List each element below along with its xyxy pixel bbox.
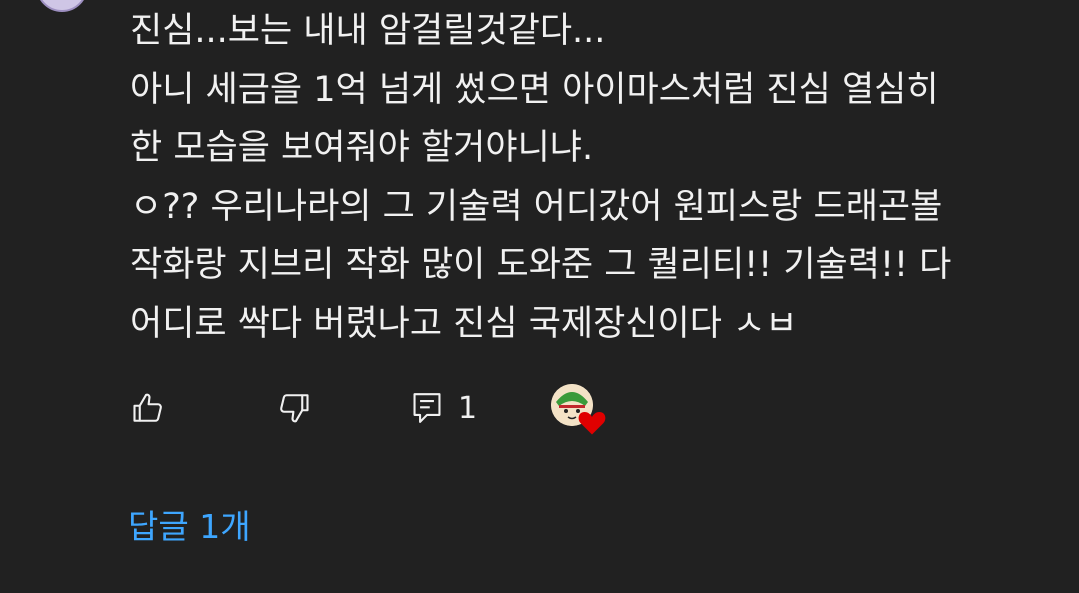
reply-button[interactable]: 1: [410, 380, 477, 436]
comment-text: 진심...보는 내내 암걸릴것같다... 아니 세금을 1억 넘게 썼으면 아이…: [130, 2, 1060, 353]
comment-line: 한 모습을 보여줘야 할거야니냐.: [130, 128, 594, 168]
comment-line: 아니 세금을 1억 넘게 썼으면 아이마스처럼 진심 열심히: [130, 69, 939, 110]
comment-action-bar: 1: [0, 380, 1079, 436]
commenter-avatar[interactable]: [36, 0, 88, 12]
comment-line: 작화랑 지브리 작화 많이 도와준 그 퀄리티!! 기술력!! 다: [130, 245, 952, 285]
thumbs-down-icon: [280, 394, 309, 423]
comment-line: ㅇ?? 우리나라의 그 기술력 어디갔어 원피스랑 드래곤볼: [130, 186, 943, 227]
comment-line: 어디로 싹다 버렸나고 진심 국제장신이다 ㅅㅂ: [130, 303, 798, 344]
reply-count: 1: [458, 390, 478, 426]
creator-heart: [551, 384, 609, 436]
comment-icon: [413, 393, 441, 423]
view-replies-link[interactable]: 답글 1개: [128, 500, 251, 548]
like-button[interactable]: [130, 380, 166, 436]
heart-icon: [578, 412, 606, 435]
dislike-button[interactable]: [276, 380, 312, 436]
thumbs-up-icon: [133, 393, 162, 422]
comment-line: 진심...보는 내내 암걸릴것같다...: [130, 11, 606, 51]
